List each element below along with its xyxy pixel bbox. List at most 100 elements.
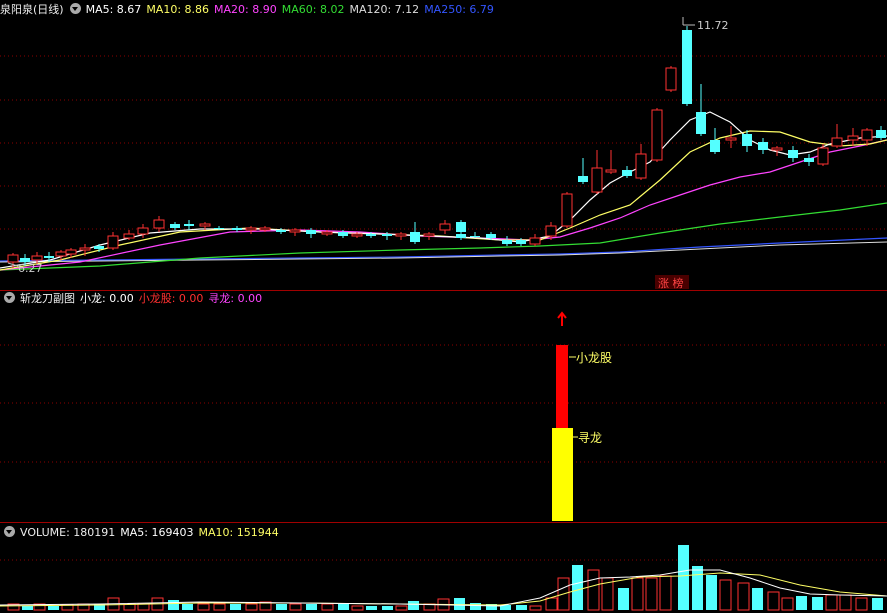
volume-bar [618,588,629,610]
candle [306,228,316,238]
volume-bar [408,601,419,610]
volume-bar [872,598,883,610]
volume-bar [516,605,527,610]
volume-bar [22,606,33,610]
volume-ma-value-0: MA5: 169403 [120,526,194,539]
volume-bar [351,605,364,611]
indicator-value-2: 寻龙: 0.00 [208,292,263,305]
main-title[interactable]: 泉阳泉(日线) [0,3,64,16]
candle [456,232,466,240]
volume-bar [338,604,349,610]
candle [591,150,603,194]
volume-bar [529,605,542,611]
volume-header: VOLUME: 180191 MA5: 169403 MA10: 151944 [0,524,289,542]
candle [696,84,706,136]
candle [395,232,407,240]
volume-bar [781,597,794,611]
candle [245,226,257,234]
zhangting-badge[interactable]: 涨 榜 [658,276,684,290]
signal-arrow [557,311,567,326]
candle [725,126,737,148]
candle [423,232,435,240]
indicator-title[interactable]: 斩龙刀副图 [20,292,75,305]
high-price-label: 11.72 [697,19,729,32]
candle [289,228,301,236]
dropdown-icon[interactable] [4,526,15,537]
dropdown-icon[interactable] [69,3,81,14]
candle [651,108,663,162]
candle [123,230,135,240]
volume-ma-value-1: MA10: 151944 [198,526,279,539]
volume-bar [48,606,59,610]
xunlong-label: 寻龙 [578,431,602,445]
indicator-value-1: 小龙股: 0.00 [138,292,204,305]
volume-bar [182,604,193,610]
ma-value-2: MA20: 8.90 [214,3,277,16]
volume-bar [706,575,717,610]
volume-bar [306,604,317,610]
volume-bar [245,603,258,611]
xunlong-bar[interactable] [552,428,573,521]
candle [170,222,180,230]
volume-bar [855,597,868,611]
xiaolonggu-bar[interactable] [556,345,568,428]
volume-bar [137,603,150,611]
candlesticks[interactable] [7,26,886,268]
volume-title[interactable]: VOLUME: 180191 [20,526,115,539]
volume-bar [197,603,210,611]
indicator-header: 斩龙刀副图 小龙: 0.00 小龙股: 0.00 寻龙: 0.00 [0,290,272,308]
candle [529,234,541,246]
candle [876,126,886,140]
low-price-label: 6.27 [18,262,43,275]
candle [710,128,720,154]
candle [561,192,573,228]
candle [758,138,768,154]
candle [817,144,829,166]
volume-bar [737,582,750,611]
candle [502,236,512,246]
ma-value-4: MA120: 7.12 [349,3,420,16]
volume-bar [631,577,644,611]
volume-bar [839,594,852,611]
volume-bar [470,603,481,610]
volume-bar [645,577,658,611]
main-header: 泉阳泉(日线) MA5: 8.67 MA10: 8.86 MA20: 8.90 MA60… [0,1,504,19]
indicator-value-0: 小龙: 0.00 [80,292,134,305]
volume-bar [796,596,807,610]
volume-bar [752,588,763,610]
volume-bar [812,597,823,610]
volume-bar [382,606,393,610]
volume-bar [321,603,334,611]
volume-bar [454,598,465,610]
candle [605,150,617,174]
ma120-line [0,241,887,263]
candle [682,26,692,106]
candle [578,158,588,184]
indicator-grid [0,344,887,463]
candle [153,216,165,232]
ma-value-3: MA60: 8.02 [281,3,345,16]
candle [742,130,752,152]
volume-bar [168,600,179,610]
volume-bars[interactable] [7,545,883,611]
volume-bar [572,565,583,610]
candle [788,146,798,162]
xiaolonggu-label: 小龙股 [576,351,612,365]
ma-value-5: MA250: 6.79 [424,3,494,16]
volume-bar [276,604,287,610]
volume-bar [825,594,838,611]
dropdown-icon[interactable] [4,292,15,303]
ma-value-1: MA10: 8.86 [146,3,210,16]
volume-bar [395,605,408,611]
ma20-line [0,139,887,271]
candle [107,232,119,250]
volume-bar [545,597,558,611]
volume-bar [767,591,780,611]
volume-bar [230,604,241,610]
candle [665,66,677,92]
candle [439,220,451,234]
volume-bar [719,579,732,611]
volume-bar [587,569,600,611]
volume-bar [678,545,689,610]
ma-value-0: MA5: 8.67 [85,3,142,16]
